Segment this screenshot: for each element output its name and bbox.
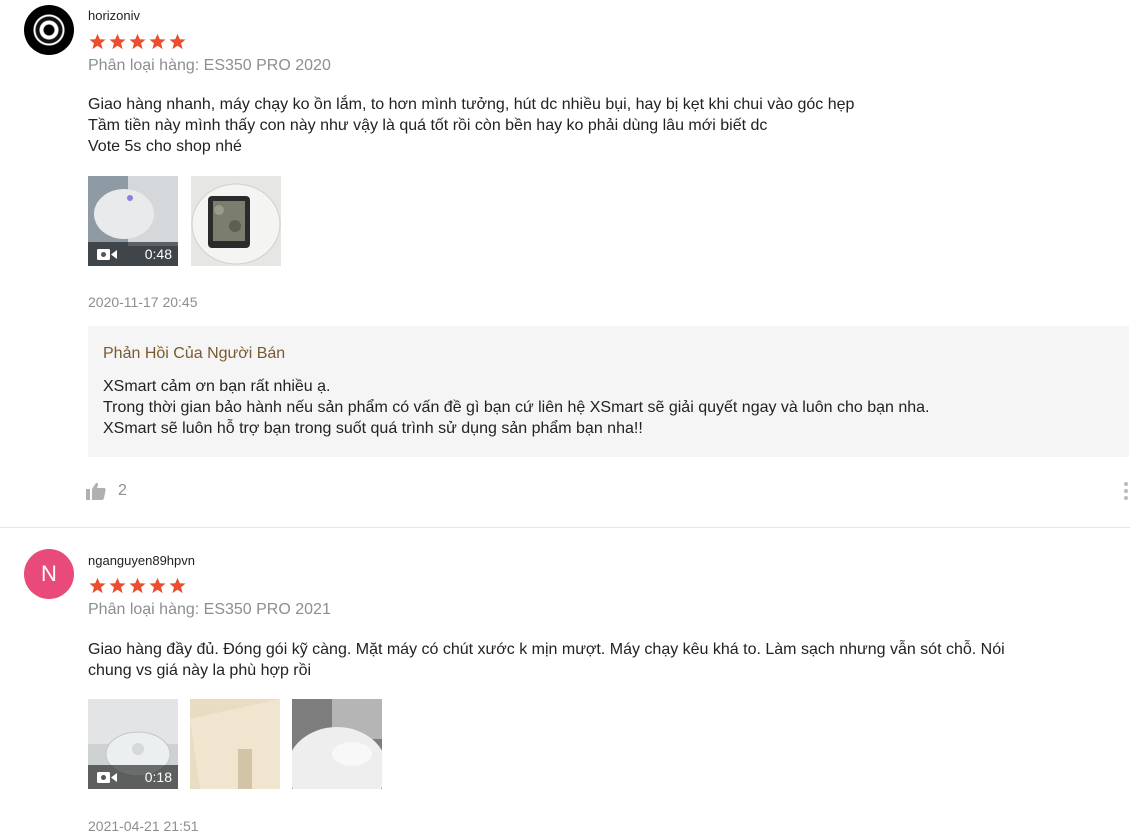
star-icon: [108, 577, 127, 594]
review-content: Giao hàng đầy đủ. Đóng gói kỹ càng. Mặt …: [88, 639, 1098, 681]
avatar-image: [24, 5, 74, 55]
product-variant: Phân loại hàng: ES350 PRO 2021: [88, 601, 331, 618]
video-duration: 0:18: [144, 769, 172, 785]
review-line: Vote 5s cho shop nhé: [88, 138, 242, 155]
more-options-icon[interactable]: [1124, 482, 1128, 500]
seller-reply-line: XSmart sẽ luôn hỗ trợ bạn trong suốt quá…: [103, 420, 643, 437]
image-thumbnail[interactable]: [292, 699, 382, 789]
seller-reply-body: XSmart cảm ơn bạn rất nhiều ạ. Trong thờ…: [103, 376, 930, 439]
image-thumbnail-image: [191, 176, 281, 266]
avatar[interactable]: [24, 5, 74, 55]
video-thumbnail[interactable]: 0:48: [88, 176, 178, 266]
video-camera-icon: [97, 771, 117, 783]
like-count: 2: [118, 482, 127, 499]
video-camera-icon: [97, 248, 117, 260]
review-line: Giao hàng đầy đủ. Đóng gói kỹ càng. Mặt …: [88, 641, 1005, 658]
image-thumbnail[interactable]: [191, 176, 281, 266]
reviewer-username[interactable]: horizoniv: [88, 8, 140, 23]
avatar[interactable]: N: [24, 549, 74, 599]
star-icon: [108, 33, 127, 50]
star-icon: [168, 33, 187, 50]
image-thumbnail[interactable]: [190, 699, 280, 789]
thumbs-up-icon: [86, 482, 106, 500]
star-icon: [88, 33, 107, 50]
seller-reply-line: Trong thời gian bảo hành nếu sản phẩm có…: [103, 399, 930, 416]
review-media: 0:48: [88, 176, 281, 266]
review-content: Giao hàng nhanh, máy chạy ko ồn lắm, to …: [88, 94, 1098, 157]
star-icon: [168, 577, 187, 594]
video-bar: 0:18: [88, 765, 178, 789]
review-media: 0:18: [88, 699, 382, 789]
rating-stars: [88, 33, 187, 50]
rating-stars: [88, 577, 187, 594]
seller-reply-line: XSmart cảm ơn bạn rất nhiều ạ.: [103, 378, 331, 395]
image-thumbnail-image: [190, 699, 280, 789]
review-timestamp: 2020-11-17 20:45: [88, 294, 198, 310]
like-button[interactable]: 2: [86, 482, 127, 500]
product-variant: Phân loại hàng: ES350 PRO 2020: [88, 57, 331, 74]
star-icon: [88, 577, 107, 594]
video-duration: 0:48: [144, 246, 172, 262]
star-icon: [128, 33, 147, 50]
image-thumbnail-image: [292, 699, 382, 789]
review-line: Giao hàng nhanh, máy chạy ko ồn lắm, to …: [88, 96, 855, 113]
seller-reply: Phản Hồi Của Người Bán XSmart cảm ơn bạn…: [88, 326, 1129, 457]
star-icon: [148, 577, 167, 594]
video-bar: 0:48: [88, 242, 178, 266]
review-line: Tầm tiền này mình thấy con này như vậy l…: [88, 117, 768, 134]
review-divider: [0, 527, 1130, 528]
video-thumbnail[interactable]: 0:18: [88, 699, 178, 789]
star-icon: [128, 577, 147, 594]
seller-reply-title: Phản Hồi Của Người Bán: [103, 345, 286, 362]
reviewer-username[interactable]: nganguyen89hpvn: [88, 553, 195, 568]
review-line: chung vs giá này la phù hợp rồi: [88, 662, 312, 679]
star-icon: [148, 33, 167, 50]
avatar-letter: N: [24, 549, 74, 599]
